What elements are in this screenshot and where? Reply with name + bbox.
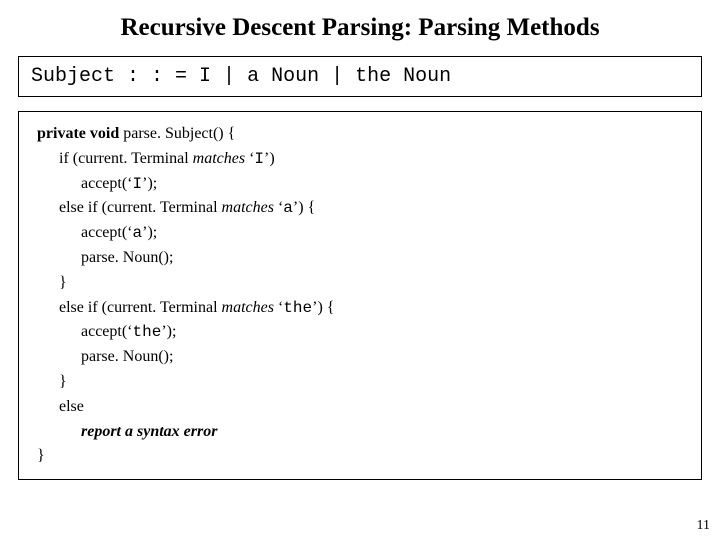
l8b: current. Terminal — [107, 299, 222, 316]
l8c: matches — [222, 299, 274, 316]
l3c: ’); — [142, 175, 157, 192]
slide: Recursive Descent Parsing: Parsing Metho… — [0, 0, 720, 540]
l4d: ‘ — [274, 199, 283, 216]
grammar-box-wrap: Subject : : = I | a Noun | the Noun — [18, 56, 702, 97]
grammar-alt2b: Noun — [259, 65, 319, 88]
l9c: ’); — [161, 323, 176, 340]
code-line-14: } — [37, 444, 687, 469]
code-box: private void parse. Subject() { if (curr… — [18, 111, 702, 480]
l5c: ’); — [142, 224, 157, 241]
l5b: a — [133, 224, 143, 242]
l8f: ’) { — [312, 299, 334, 316]
l2b: current. Terminal — [78, 150, 193, 167]
l4a: else if ( — [59, 199, 107, 216]
l4f: ’) { — [293, 199, 315, 216]
grammar-alt3b: Noun — [391, 65, 451, 88]
page-number: 11 — [697, 518, 710, 534]
l8a: else if ( — [59, 299, 107, 316]
l8e: the — [283, 299, 312, 317]
l9a: accept(‘ — [81, 323, 133, 340]
code-line-7: } — [37, 271, 687, 296]
slide-title: Recursive Descent Parsing: Parsing Metho… — [18, 14, 702, 42]
l2c: matches — [193, 150, 245, 167]
code-line-3: accept(‘I’); — [37, 172, 687, 197]
method-sig: parse. Subject() { — [123, 125, 235, 142]
code-line-11: } — [37, 370, 687, 395]
l4e: a — [283, 199, 293, 217]
l2f: ’) — [264, 150, 275, 167]
l5a: accept(‘ — [81, 224, 133, 241]
code-line-10: parse. Noun(); — [37, 345, 687, 370]
grammar-alt1: I — [199, 65, 211, 88]
l3b: I — [133, 175, 143, 193]
code-line-12: else — [37, 395, 687, 420]
code-line-1: private void parse. Subject() { — [37, 122, 687, 147]
code-line-6: parse. Noun(); — [37, 246, 687, 271]
l4c: matches — [222, 199, 274, 216]
l2e: I — [254, 150, 264, 168]
kw-private-void: private void — [37, 125, 123, 142]
grammar-alt3a: the — [355, 65, 391, 88]
code-line-5: accept(‘a’); — [37, 221, 687, 246]
code-line-4: else if (current. Terminal matches ‘a’) … — [37, 196, 687, 221]
l9b: the — [133, 323, 162, 341]
grammar-alt2a: a — [247, 65, 259, 88]
grammar-op: : : = — [115, 65, 199, 88]
l4b: current. Terminal — [107, 199, 222, 216]
code-line-9: accept(‘the’); — [37, 320, 687, 345]
grammar-lhs: Subject — [31, 65, 115, 88]
grammar-sep2: | — [319, 65, 355, 88]
l8d: ‘ — [274, 299, 283, 316]
code-line-8: else if (current. Terminal matches ‘the’… — [37, 296, 687, 321]
code-line-13: report a syntax error — [37, 420, 687, 445]
grammar-sep1: | — [211, 65, 247, 88]
code-line-2: if (current. Terminal matches ‘I’) — [37, 147, 687, 172]
code-box-wrap: private void parse. Subject() { if (curr… — [18, 111, 702, 480]
l2a: if ( — [59, 150, 78, 167]
l3a: accept(‘ — [81, 175, 133, 192]
grammar-box: Subject : : = I | a Noun | the Noun — [18, 56, 702, 97]
